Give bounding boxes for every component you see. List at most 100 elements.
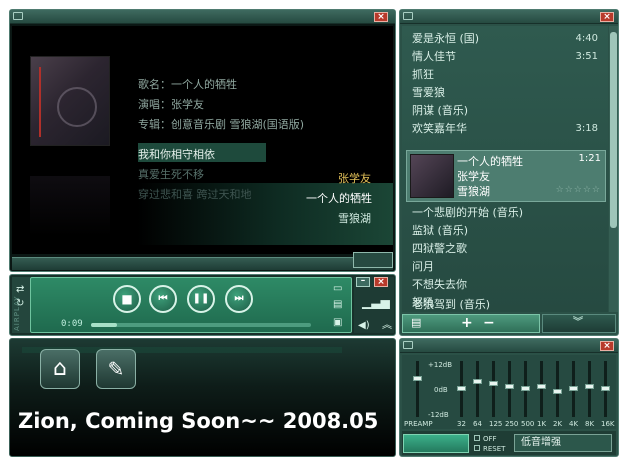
list-item[interactable]: 监狱 (音乐) [412, 222, 602, 239]
playlist-window: × 爱是永恒 (国) 4:40 情人佳节 3:51 抓狂 雪爱狼 阴谋 (音乐) 欢… [399, 9, 619, 336]
pause-button[interactable]: ❚❚ [187, 285, 215, 313]
list-item[interactable]: 老狼驾到 (音乐) [412, 296, 612, 313]
display-resize-notch[interactable] [353, 252, 393, 268]
list-item[interactable]: 雪爱狼 [412, 84, 602, 101]
eq-band-knob[interactable] [489, 381, 498, 386]
playlist-scroll-thumb[interactable] [610, 32, 617, 228]
volume-icon[interactable]: ◀) [358, 321, 370, 331]
playlist-titlebar[interactable]: × [400, 10, 618, 24]
eq-band-knob[interactable] [473, 378, 482, 384]
current-track-cover [410, 154, 454, 198]
equalizer-body: +12dB 0dB -12dB 32 64 125 250 500 1K 2K 4K 8K 16K… [402, 355, 616, 429]
eq-band-slider[interactable] [489, 361, 498, 417]
spectrum-icon[interactable]: ▁▃▅ [362, 296, 390, 308]
eq-band-knob[interactable] [601, 386, 610, 391]
list-item-title: 爱是永恒 (国) [412, 32, 480, 45]
eq-band-knob[interactable] [569, 386, 578, 391]
display-toggle-icon[interactable]: ▭ [333, 284, 342, 294]
eq-reset-label: RESET [483, 445, 506, 453]
album-line: 专辑：创意音乐剧 雪狼湖(国语版) [138, 118, 305, 131]
playlist-toolbar: ▤ + − [402, 314, 540, 333]
previous-button[interactable]: ⏮ [149, 285, 177, 313]
control-right-strip: – × ▁▃▅ ◀) ︽ [354, 277, 394, 333]
eq-band-slider[interactable] [521, 361, 530, 417]
list-item[interactable]: 情人佳节 3:51 [412, 48, 602, 65]
document-icon[interactable]: ▤ [411, 316, 421, 330]
main-display-window: × 歌名：一个人的牺牲 演唱：张学友 专辑：创意音乐剧 雪狼湖(国语版) 我和你… [9, 9, 396, 272]
eq-band-label: 4K [569, 420, 579, 428]
eq-band-label: 125 [489, 420, 503, 428]
list-item[interactable]: 欢笑嘉年华 3:18 [412, 120, 602, 137]
eq-band-knob[interactable] [537, 383, 546, 389]
list-item[interactable]: 抓狂 [412, 66, 602, 83]
list-toggle-icon[interactable]: ▤ [333, 300, 342, 310]
eq-toggle-icon[interactable]: ▣ [333, 318, 342, 328]
control-side-strip: ⇄ ↻ AIRPLAY [12, 277, 30, 333]
shuffle-icon[interactable]: ⇄ [16, 285, 24, 295]
list-item[interactable]: 问月 [412, 258, 602, 275]
monitor-icon [13, 12, 23, 20]
eq-band-slider[interactable] [457, 361, 466, 417]
close-button[interactable]: × [374, 12, 388, 22]
list-item-title: 阴谋 (音乐) [412, 104, 469, 117]
list-item[interactable]: 一个悲剧的开始 (音乐) [412, 204, 602, 221]
eq-band-label: 2K [553, 420, 563, 428]
coming-soon-banner: Zion, Coming Soon~~ 2008.05 [18, 409, 379, 433]
equalizer-close-button[interactable]: × [600, 341, 614, 351]
eq-band-knob[interactable] [553, 388, 562, 394]
eq-band-knob[interactable] [457, 386, 466, 391]
display-titlebar[interactable]: × [10, 10, 395, 24]
chevron-double-up-icon[interactable]: ︽ [382, 321, 392, 331]
controls-close-button[interactable]: × [374, 277, 388, 287]
list-item[interactable]: 爱是永恒 (国) 4:40 [412, 30, 602, 47]
add-track-button[interactable]: + [461, 316, 473, 330]
eq-band-knob[interactable] [521, 386, 530, 391]
seek-bar[interactable] [91, 323, 311, 327]
list-item-title: 情人佳节 [412, 50, 456, 63]
preamp-knob[interactable] [413, 376, 422, 381]
eq-band-slider[interactable] [473, 361, 482, 417]
album-cover-reflection [30, 176, 110, 236]
stop-button[interactable]: ■ [113, 285, 141, 313]
eq-preset-display[interactable] [403, 434, 469, 453]
next-button[interactable]: ⏭ [225, 285, 253, 313]
current-lyric: 我和你相守相依 [138, 148, 215, 161]
eq-band-slider[interactable] [585, 361, 594, 417]
equalizer-window: × +12dB 0dB -12dB 32 64 125 250 500 1K 2K 4K 8K 1… [399, 338, 619, 457]
db-top-label: +12dB [428, 361, 453, 369]
playlist-scrollbar[interactable] [609, 26, 618, 312]
remove-track-button[interactable]: − [483, 316, 495, 330]
eq-band-label: 16K [601, 420, 615, 428]
db-bottom-label: -12dB [428, 411, 449, 419]
eq-band-slider[interactable] [505, 361, 514, 417]
eq-preset-select[interactable]: 低音增强 [514, 434, 612, 452]
eq-band-label: 32 [457, 420, 466, 428]
eq-band-knob[interactable] [505, 383, 514, 389]
list-item-title: 四狱警之歌 [412, 242, 467, 255]
home-icon[interactable]: ⌂ [40, 349, 80, 389]
playlist-toolbar-right: ︾ [542, 314, 616, 333]
rating-stars[interactable]: ☆☆☆☆☆ [556, 185, 601, 195]
list-item[interactable]: 不想失去你 [412, 276, 602, 293]
wrench-icon[interactable]: ✎ [96, 349, 136, 389]
singer-line: 演唱：张学友 [138, 98, 204, 111]
current-track-time: 1:21 [578, 153, 601, 164]
eq-reset-checkbox[interactable] [474, 445, 480, 451]
playlist-list: 爱是永恒 (国) 4:40 情人佳节 3:51 抓狂 雪爱狼 阴谋 (音乐) 欢笑嘉… [402, 26, 608, 312]
list-item-title: 监狱 (音乐) [412, 224, 469, 237]
eq-band-slider[interactable] [569, 361, 578, 417]
current-track-item[interactable]: 一个人的牺牲 张学友 雪狼湖 1:21 ☆☆☆☆☆ [406, 150, 606, 202]
eq-band-slider[interactable] [537, 361, 546, 417]
playlist-close-button[interactable]: × [600, 12, 614, 22]
equalizer-titlebar[interactable]: × [400, 339, 618, 353]
eq-off-checkbox[interactable] [474, 435, 480, 441]
eq-band-knob[interactable] [585, 383, 594, 389]
list-item[interactable]: 四狱警之歌 [412, 240, 602, 257]
eq-band-slider[interactable] [601, 361, 610, 417]
preamp-slider[interactable] [413, 361, 422, 417]
list-item[interactable]: 阴谋 (音乐) [412, 102, 602, 119]
chevron-double-down-icon[interactable]: ︾ [573, 316, 583, 330]
eq-band-slider[interactable] [553, 361, 562, 417]
minimize-button[interactable]: – [356, 277, 370, 287]
preamp-label: PREAMP [404, 420, 433, 428]
